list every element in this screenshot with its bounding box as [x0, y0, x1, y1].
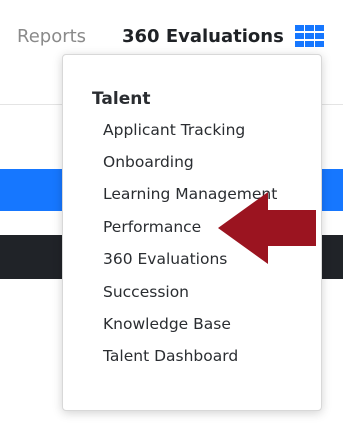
nav-360-evaluations-link[interactable]: 360 Evaluations [122, 25, 284, 49]
menu-item-360-evaluations[interactable]: 360 Evaluations [103, 249, 227, 269]
menu-item-succession[interactable]: Succession [103, 282, 189, 302]
menu-item-performance[interactable]: Performance [103, 217, 201, 237]
menu-item-knowledge-base[interactable]: Knowledge Base [103, 314, 231, 334]
menu-item-onboarding[interactable]: Onboarding [103, 152, 194, 172]
menu-heading-talent: Talent [92, 89, 151, 109]
app-grid-icon[interactable] [295, 25, 324, 47]
nav-reports-link[interactable]: Reports [17, 25, 86, 49]
red-left-arrow-icon [218, 192, 316, 264]
menu-item-talent-dashboard[interactable]: Talent Dashboard [103, 346, 238, 366]
menu-item-applicant-tracking[interactable]: Applicant Tracking [103, 120, 245, 140]
